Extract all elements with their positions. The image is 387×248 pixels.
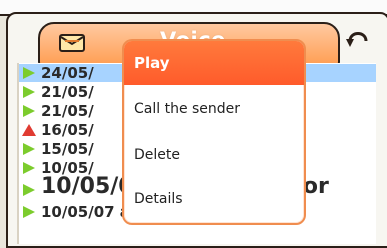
menu-item-details[interactable]: Details (124, 177, 304, 221)
alert-icon (22, 124, 36, 136)
list-item-label: 24/05/ (41, 64, 94, 82)
envelope-icon (59, 34, 85, 52)
menu-item-play[interactable]: Play (124, 41, 304, 85)
list-item-label: 16/05/ (41, 121, 94, 139)
new-message-icon (23, 86, 35, 98)
menu-item-label: Call the sender (134, 101, 241, 117)
context-menu: Play Call the sender Delete Details (122, 39, 306, 225)
list-item-label: 21/05/ (41, 83, 94, 101)
new-message-icon (23, 206, 35, 218)
menu-item-delete[interactable]: Delete (124, 133, 304, 177)
new-message-icon (23, 143, 35, 155)
menu-item-label: Details (134, 191, 183, 207)
new-message-icon (23, 105, 35, 117)
menu-item-label: Play (134, 54, 170, 72)
new-message-icon (23, 162, 35, 174)
back-arrow-icon[interactable] (343, 23, 373, 53)
list-item-label: 15/05/ (41, 140, 94, 158)
menu-item-call-sender[interactable]: Call the sender (124, 87, 304, 131)
new-message-icon (23, 67, 35, 79)
list-item-label: 21/05/ (41, 102, 94, 120)
new-message-icon (23, 184, 35, 196)
menu-item-label: Delete (134, 147, 180, 163)
